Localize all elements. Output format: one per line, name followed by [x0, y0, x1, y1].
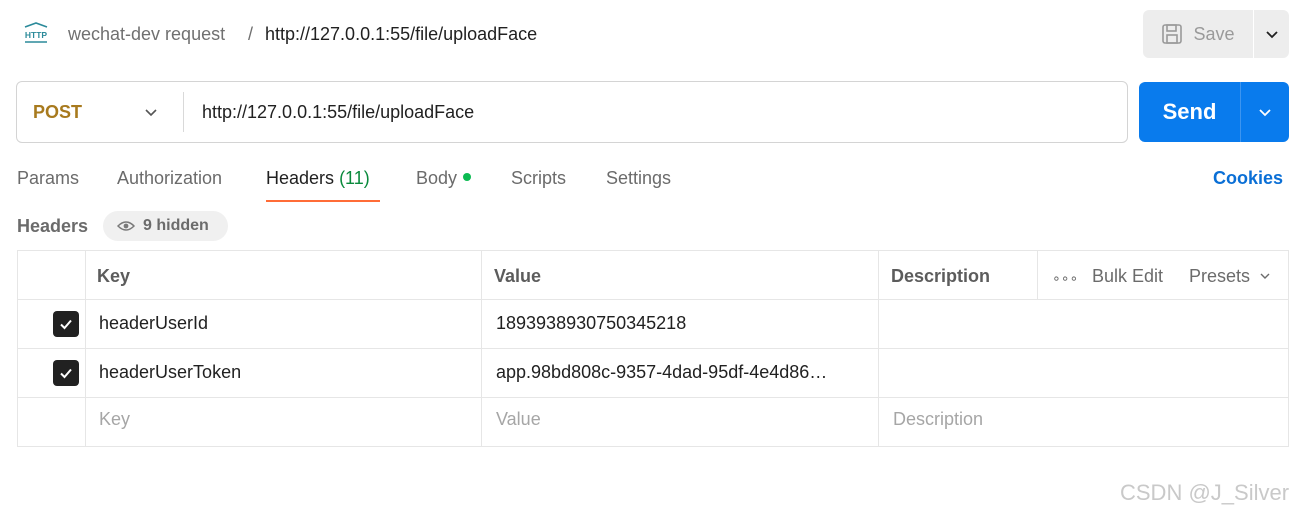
send-button-group: Send [1139, 82, 1289, 142]
send-options-button[interactable] [1241, 82, 1289, 142]
new-key-input[interactable]: Key [99, 408, 130, 430]
column-header-value: Value [494, 266, 542, 286]
http-icon: HTTP [24, 22, 48, 43]
column-header-description: Description [891, 266, 991, 286]
tab-headers-label: Headers [266, 168, 335, 188]
eye-icon [117, 221, 135, 231]
tab-headers[interactable]: Headers (11) [266, 166, 370, 190]
header-enabled-checkbox[interactable] [53, 311, 79, 337]
hidden-count: 9 hidden [143, 217, 209, 234]
send-button[interactable]: Send [1139, 82, 1240, 142]
request-title[interactable]: http://127.0.0.1:55/file/uploadFace [265, 22, 537, 46]
header-enabled-checkbox[interactable] [53, 360, 79, 386]
row-divider [18, 397, 1288, 398]
tab-settings[interactable]: Settings [606, 166, 671, 190]
header-value-cell[interactable]: app.98bd808c-9357-4dad-95df-4e4d86… [496, 361, 866, 383]
column-header-key: Key [97, 266, 131, 286]
checkmark-icon [60, 368, 72, 379]
new-value-input[interactable]: Value [496, 408, 541, 430]
active-tab-indicator [266, 200, 380, 202]
presets-label: Presets [1189, 266, 1251, 286]
headers-table: Key Value Description ∘∘∘ Bulk Edit Pres… [17, 250, 1289, 447]
tab-body-label: Body [416, 168, 458, 188]
save-button[interactable]: Save [1143, 10, 1253, 58]
save-button-group: Save [1143, 10, 1289, 58]
chevron-down-icon [1259, 109, 1271, 117]
header-key-cell[interactable]: headerUserToken [99, 361, 469, 383]
tab-body[interactable]: Body [416, 166, 472, 190]
body-indicator-dot [463, 173, 472, 182]
header-key-cell[interactable]: headerUserId [99, 312, 469, 334]
url-input[interactable]: http://127.0.0.1:55/file/uploadFace [202, 82, 1102, 142]
request-tabs: Params Authorization Headers (11) Body S… [0, 158, 1303, 202]
bulk-edit-button[interactable]: Bulk Edit [1092, 265, 1163, 287]
chevron-down-icon [1260, 273, 1270, 279]
row-divider [18, 299, 1288, 300]
header-value-cell[interactable]: 1893938930750345218 [496, 312, 866, 334]
method-selector[interactable]: POST [17, 82, 183, 142]
tab-params[interactable]: Params [17, 166, 79, 190]
chevron-down-icon [1265, 31, 1278, 39]
save-label: Save [1193, 23, 1235, 44]
checkmark-icon [60, 319, 72, 330]
watermark: CSDN @J_Silver [1120, 480, 1290, 505]
divider [183, 92, 184, 132]
top-bar: HTTP wechat-dev request / http://127.0.0… [0, 0, 1303, 68]
row-divider [18, 348, 1288, 349]
save-options-button[interactable] [1254, 10, 1289, 58]
breadcrumb-collection[interactable]: wechat-dev request [68, 22, 225, 46]
more-options-icon[interactable]: ∘∘∘ [1052, 267, 1078, 289]
breadcrumb-separator: / [248, 24, 254, 44]
svg-text:HTTP: HTTP [25, 30, 48, 40]
new-description-input[interactable]: Description [893, 408, 983, 430]
hidden-headers-toggle[interactable]: 9 hidden [103, 211, 228, 241]
column-divider [1037, 251, 1038, 299]
cookies-link[interactable]: Cookies [1213, 166, 1283, 190]
tab-authorization[interactable]: Authorization [117, 166, 222, 190]
tab-headers-count: (11) [339, 168, 370, 188]
headers-section-title: Headers [17, 216, 89, 236]
method-label: POST [33, 101, 83, 122]
presets-dropdown[interactable]: Presets [1189, 265, 1271, 287]
save-icon [1162, 24, 1183, 44]
request-url-bar: POST http://127.0.0.1:55/file/uploadFace [16, 81, 1128, 143]
chevron-down-icon [145, 109, 157, 117]
tab-scripts[interactable]: Scripts [511, 166, 566, 190]
